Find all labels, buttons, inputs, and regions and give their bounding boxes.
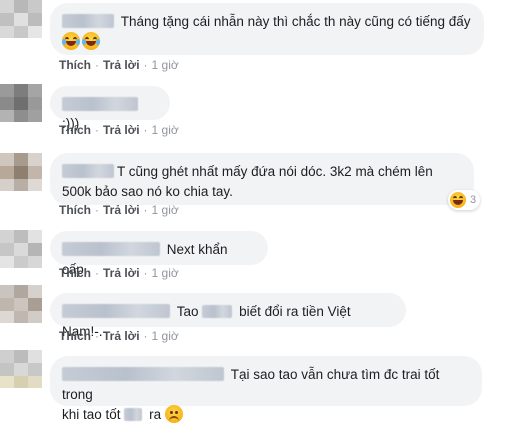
like-link[interactable]: Thích (59, 58, 91, 72)
haha-reaction-icon (450, 192, 466, 208)
comment-bubble: T cũng ghét nhất mấy đứa nói dóc. 3k2 mà… (50, 153, 474, 205)
comment-bubble: Tại sao tao vẫn chưa tìm đc trai tốt tro… (50, 356, 482, 424)
comment-actions: Thích · Trả lời · 1 giờ (59, 266, 179, 280)
avatar[interactable] (0, 285, 42, 323)
comment-text-line: ra (149, 406, 162, 422)
like-link[interactable]: Thích (59, 203, 91, 217)
comment-actions: Thích · Trả lời · 1 giờ (59, 329, 179, 343)
reaction-summary[interactable]: 3 (448, 190, 481, 210)
laughing-crying-emoji-icon (82, 32, 100, 51)
avatar[interactable] (0, 230, 42, 268)
blurred-username[interactable] (62, 14, 114, 29)
comment-text-line: T cũng ghét nhất mấy đứa nói dóc. 3k2 mà… (117, 163, 433, 179)
like-link[interactable]: Thích (59, 266, 91, 280)
comment-bubble: :))) (50, 86, 170, 131)
reply-link[interactable]: Trả lời (103, 329, 140, 343)
comment-time[interactable]: 1 giờ (152, 266, 179, 280)
blurred-username[interactable] (62, 367, 224, 382)
comment-text: Tháng tặng cái nhẫn này thì chắc th này … (120, 13, 471, 29)
blurred-username[interactable] (62, 164, 114, 179)
comment-bubble: Next khẩn cấp. (50, 231, 268, 277)
comment-bubble: Tao biết đổi ra tiền Việt Nam!-.- (50, 293, 406, 339)
comment-actions: Thích · Trả lời · 1 giờ (59, 123, 179, 137)
avatar[interactable] (0, 0, 42, 38)
comment-bubble: Tháng tặng cái nhẫn này thì chắc th này … (50, 3, 484, 55)
avatar[interactable] (0, 350, 42, 388)
blurred-username[interactable] (62, 242, 160, 257)
laughing-crying-emoji-icon (62, 32, 80, 51)
blurred-username[interactable] (62, 97, 138, 112)
avatar[interactable] (0, 84, 42, 122)
reaction-count: 3 (470, 194, 477, 206)
comment-actions: Thích · Trả lời · 1 giờ (59, 203, 179, 217)
comment-time[interactable]: 1 giờ (152, 329, 179, 343)
comment-time[interactable]: 1 giờ (152, 123, 179, 137)
reply-link[interactable]: Trả lời (103, 203, 140, 217)
comment-text-line: khi tao tốt (62, 406, 121, 422)
comment-time[interactable]: 1 giờ (152, 58, 179, 72)
avatar[interactable] (0, 153, 42, 191)
comment-actions: Thích · Trả lời · 1 giờ (59, 58, 179, 72)
reply-link[interactable]: Trả lời (103, 58, 140, 72)
blurred-username[interactable] (62, 304, 170, 319)
like-link[interactable]: Thích (59, 329, 91, 343)
blurred-text (202, 304, 233, 318)
reply-link[interactable]: Trả lời (103, 266, 140, 280)
comment-text-line: 500k bảo sao nó ko chia tay. (62, 183, 233, 199)
sad-face-emoji-icon (164, 405, 183, 424)
reply-link[interactable]: Trả lời (103, 123, 140, 137)
comment-text: Tao (176, 303, 199, 319)
blurred-text (124, 407, 143, 421)
like-link[interactable]: Thích (59, 123, 91, 137)
comment-time[interactable]: 1 giờ (152, 203, 179, 217)
